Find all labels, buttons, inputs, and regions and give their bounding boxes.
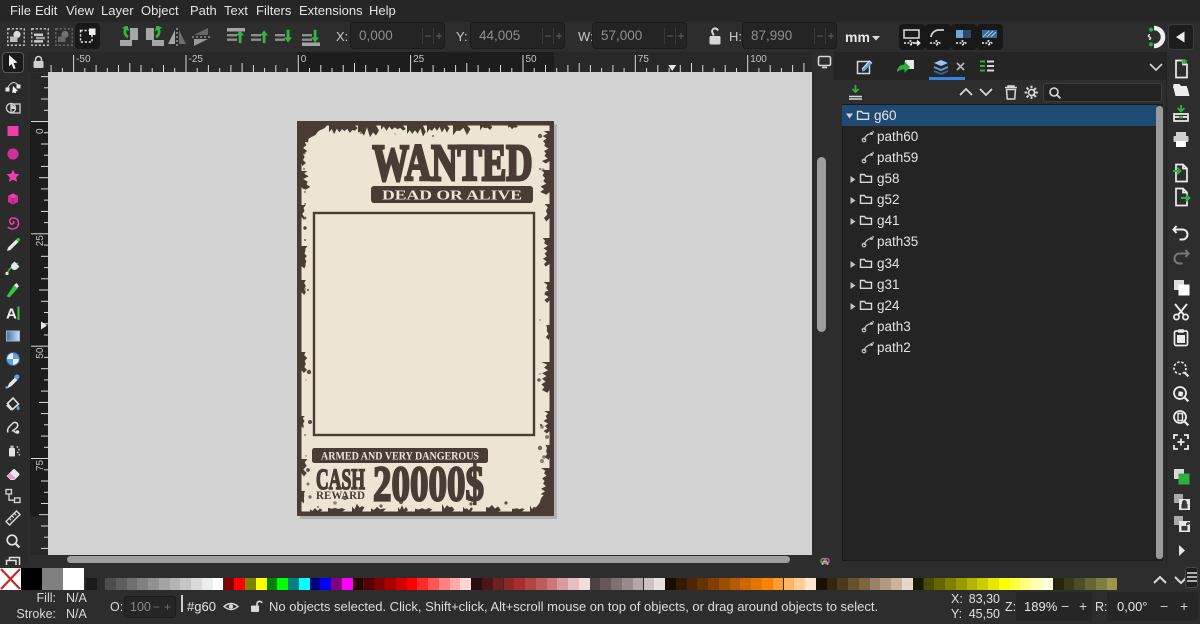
svg-text:20000$: 20000$ xyxy=(373,455,484,511)
svg-text:0: 0 xyxy=(301,54,307,65)
svg-text:75: 75 xyxy=(638,54,650,65)
svg-text:50: 50 xyxy=(526,54,538,65)
svg-text:WANTED: WANTED xyxy=(373,135,533,192)
svg-text:REWARD: REWARD xyxy=(316,488,365,502)
svg-text:-50: -50 xyxy=(76,54,91,65)
svg-text:-25: -25 xyxy=(189,54,204,65)
svg-text:25: 25 xyxy=(35,235,46,247)
svg-text:75: 75 xyxy=(35,459,46,471)
svg-text:100: 100 xyxy=(750,54,767,65)
svg-text:25: 25 xyxy=(413,54,425,65)
svg-text:A: A xyxy=(6,306,17,322)
svg-text:DEAD OR ALIVE: DEAD OR ALIVE xyxy=(382,188,522,203)
